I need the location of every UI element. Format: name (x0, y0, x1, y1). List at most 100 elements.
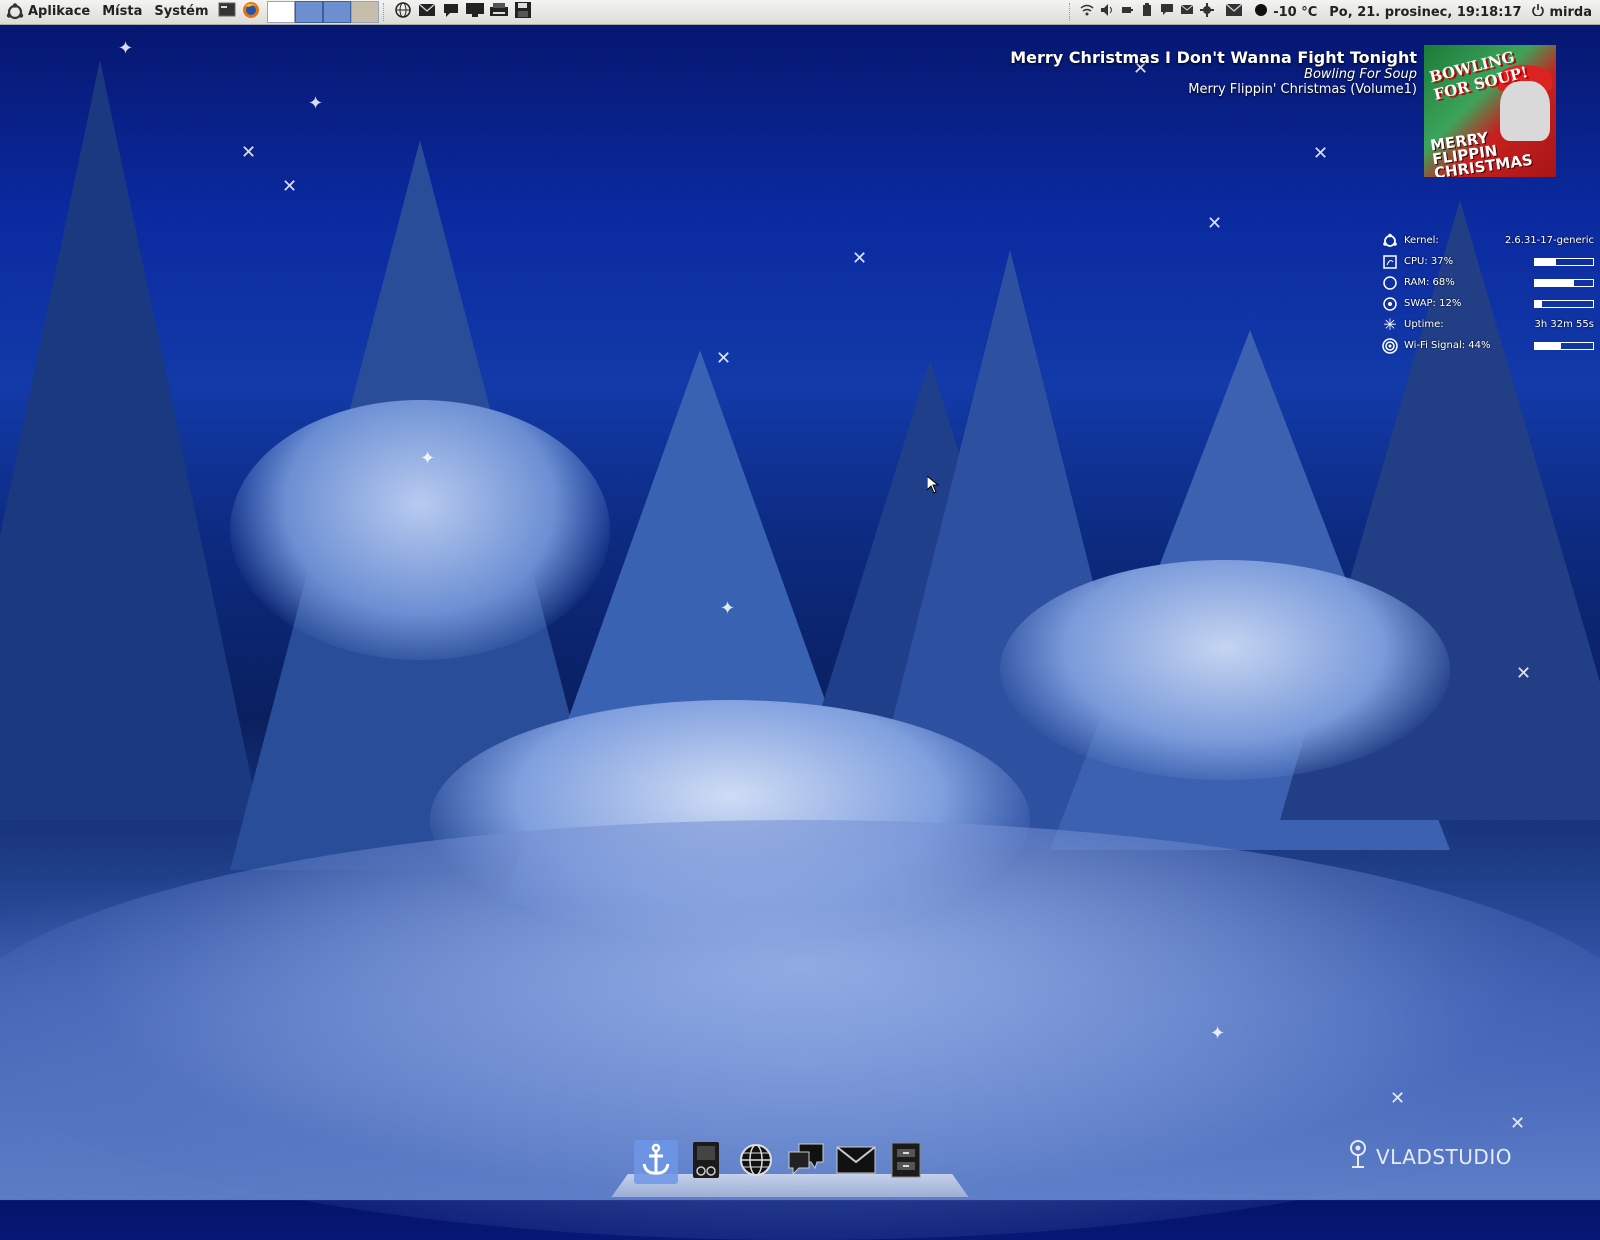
chat-icon (1160, 3, 1174, 21)
cpu-label: CPU: 37% (1404, 256, 1494, 267)
firefox-launcher[interactable] (240, 1, 262, 23)
save-icon (514, 1, 532, 23)
sparkle-icon: ✕ (1313, 145, 1328, 163)
monitor-row-uptime: ✳ Uptime: 3h 32m 55s (1404, 314, 1594, 335)
swap-bar-fill (1535, 301, 1542, 307)
mail-launcher[interactable] (416, 1, 438, 23)
username[interactable]: mirda (1548, 5, 1600, 20)
dock (631, 1140, 931, 1184)
menu-system[interactable]: Systém (148, 0, 214, 24)
firefox-icon (242, 1, 260, 23)
wifi-icon (1080, 3, 1094, 21)
workspace-2[interactable] (295, 1, 323, 23)
uptime-label: Uptime: (1404, 319, 1494, 330)
album-art[interactable]: BOWLING FOR SOUP! MERRY FLIPPIN CHRISTMA… (1424, 45, 1556, 177)
battery-icon (1142, 3, 1152, 21)
swap-icon (1382, 296, 1398, 312)
top-panel: Aplikace Místa Systém -10 °C Po, 21. pro… (0, 0, 1600, 25)
settings-applet[interactable] (1198, 3, 1216, 21)
mail-icon (418, 3, 436, 21)
monitor-row-kernel: Kernel: 2.6.31-17-generic (1404, 230, 1594, 251)
dock-item-file-manager[interactable] (684, 1140, 728, 1184)
ubuntu-logo-icon (6, 3, 24, 21)
sparkle-icon: ✕ (1516, 665, 1531, 683)
mail-applet[interactable] (1178, 3, 1196, 21)
ram-bar-fill (1535, 280, 1574, 286)
now-playing-widget: Merry Christmas I Don't Wanna Fight Toni… (857, 48, 1417, 97)
dock-item-browser[interactable] (734, 1140, 778, 1184)
sparkle-icon: ✕ (1207, 215, 1222, 233)
menu-mista[interactable]: Místa (96, 0, 148, 24)
clock[interactable]: Po, 21. prosinec, 19:18:17 (1323, 5, 1527, 20)
shutdown-applet[interactable] (1529, 3, 1547, 21)
monitor-row-cpu: CPU: 37% (1404, 251, 1594, 272)
watermark-text: VLADSTUDIO (1376, 1145, 1512, 1169)
snow-mound (1000, 560, 1450, 780)
ram-bar (1534, 279, 1594, 287)
gear-icon (1200, 3, 1214, 21)
monitor-launcher[interactable] (464, 1, 486, 23)
drawer-icon (891, 1142, 921, 1182)
mail-icon (1225, 3, 1243, 21)
dock-item-chat[interactable] (784, 1140, 828, 1184)
menu-aplikace[interactable]: Aplikace (0, 0, 96, 24)
workspace-3[interactable] (323, 1, 351, 23)
mail-icon (836, 1146, 876, 1178)
browser-launcher[interactable] (392, 1, 414, 23)
file-manager-icon (691, 1141, 721, 1183)
sparkle-icon: ✦ (1210, 1025, 1225, 1043)
menu-label: Systém (154, 4, 208, 19)
sparkle-icon: ✦ (118, 40, 133, 58)
system-tray: -10 °C Po, 21. prosinec, 19:18:17 mirda (1065, 0, 1600, 24)
printer-icon (489, 2, 509, 22)
ram-label: RAM: 68% (1404, 277, 1494, 288)
sparkle-icon: ✕ (241, 144, 256, 162)
uptime-value: 3h 32m 55s (1535, 319, 1594, 330)
cpu-bar-fill (1535, 259, 1556, 265)
moon-icon (1254, 3, 1268, 21)
cpu-bar (1534, 258, 1594, 266)
dock-item-mail[interactable] (834, 1140, 878, 1184)
panel-separator (1069, 3, 1073, 21)
printer-launcher[interactable] (488, 1, 510, 23)
workspace-4[interactable] (351, 1, 379, 23)
volume-icon (1100, 3, 1114, 21)
menu-label: Aplikace (28, 0, 90, 24)
ram-icon (1382, 275, 1398, 291)
power-applet[interactable] (1118, 3, 1136, 21)
mail-notify-applet[interactable] (1225, 3, 1243, 21)
save-launcher[interactable] (512, 1, 534, 23)
terminal-launcher[interactable] (216, 1, 238, 23)
chat-icon (787, 1142, 825, 1182)
monitor-row-wifi: Wi-Fi Signal: 44% (1404, 335, 1594, 356)
menu-label: Místa (102, 4, 142, 19)
track-artist: Bowling For Soup (857, 67, 1417, 82)
workspace-1[interactable] (267, 1, 295, 23)
chat-applet[interactable] (1158, 3, 1176, 21)
dock-item-drawer[interactable] (884, 1140, 928, 1184)
wallpaper-tree (0, 60, 260, 820)
sparkle-icon: ✕ (1510, 1115, 1525, 1133)
volume-applet[interactable] (1098, 3, 1116, 21)
sparkle-icon: ✦ (308, 95, 323, 113)
weather-applet[interactable] (1252, 3, 1270, 21)
ubuntu-logo-icon (1382, 233, 1398, 249)
power-button-icon (1532, 4, 1544, 20)
sparkle-icon: ✕ (1390, 1090, 1405, 1108)
snow-mound (230, 400, 610, 660)
vladstudio-watermark: VLADSTUDIO (1346, 1139, 1512, 1174)
temperature[interactable]: -10 °C (1271, 5, 1323, 20)
sparkle-icon: ✦ (420, 450, 435, 468)
swap-label: SWAP: 12% (1404, 298, 1494, 309)
power-icon (1120, 3, 1134, 21)
battery-applet[interactable] (1138, 3, 1156, 21)
network-applet[interactable] (1078, 3, 1096, 21)
dock-item-anchor[interactable] (634, 1140, 678, 1184)
workspace-switcher (267, 1, 379, 23)
monitor-row-ram: RAM: 68% (1404, 272, 1594, 293)
vladstudio-logo-icon (1346, 1139, 1370, 1174)
chat-launcher[interactable] (440, 1, 462, 23)
snowflake-icon: ✳ (1382, 317, 1398, 333)
kernel-value: 2.6.31-17-generic (1505, 235, 1594, 246)
track-title: Merry Christmas I Don't Wanna Fight Toni… (857, 48, 1417, 67)
